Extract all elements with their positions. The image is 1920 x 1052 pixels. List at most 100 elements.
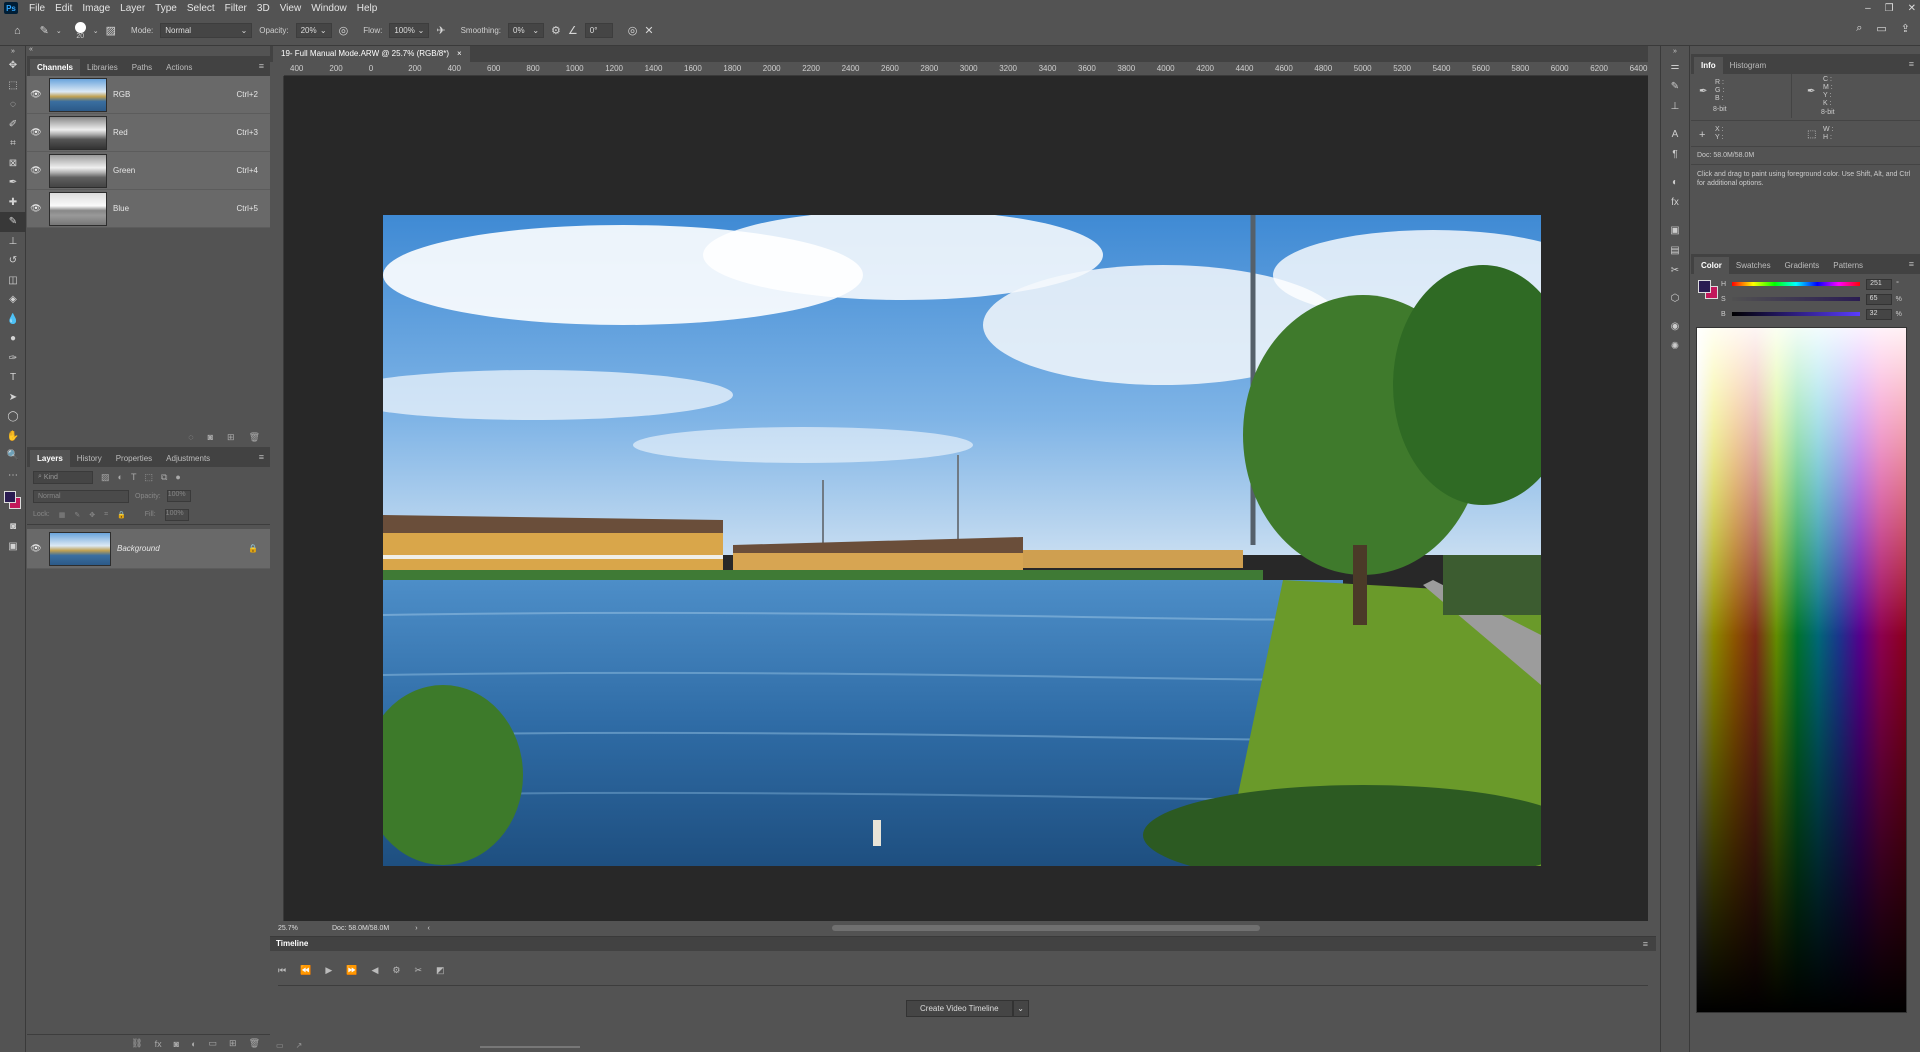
lock-artboard-icon[interactable]: ⌗ bbox=[104, 511, 108, 519]
quick-select-tool-icon[interactable]: ✐ bbox=[0, 115, 26, 135]
angle-input[interactable]: 0° bbox=[584, 23, 613, 38]
gear-icon[interactable]: ⚙ bbox=[551, 24, 561, 37]
libraries-icon[interactable]: ▣ bbox=[1661, 220, 1689, 240]
history-brush-tool-icon[interactable]: ↺ bbox=[0, 251, 26, 271]
new-layer-icon[interactable]: ⊞ bbox=[229, 1038, 237, 1049]
symmetry-icon[interactable]: ✕ bbox=[644, 24, 653, 37]
color-swatches[interactable] bbox=[0, 485, 26, 517]
layer-row[interactable]: 👁 Background 🔒 bbox=[27, 529, 270, 569]
channel-row[interactable]: 👁 RGB Ctrl+2 bbox=[27, 76, 270, 114]
tab-patterns[interactable]: Patterns bbox=[1826, 257, 1870, 274]
ellipse-tool-icon[interactable]: ◯ bbox=[0, 407, 26, 427]
menu-layer[interactable]: Layer bbox=[115, 3, 150, 14]
menu-window[interactable]: Window bbox=[306, 3, 352, 14]
new-channel-icon[interactable]: ⊞ bbox=[227, 432, 235, 443]
lock-position-icon[interactable]: ✥ bbox=[89, 511, 95, 519]
close-icon[interactable]: × bbox=[457, 49, 462, 59]
smoothing-input[interactable]: 0% ⌄ bbox=[508, 23, 545, 38]
healing-brush-tool-icon[interactable]: ✚ bbox=[0, 193, 26, 213]
blur-tool-icon[interactable]: 💧 bbox=[0, 310, 26, 330]
mode-select[interactable]: Normal ⌄ bbox=[160, 23, 253, 38]
filter-type-icon[interactable]: T bbox=[131, 472, 137, 482]
expand-icon[interactable]: « bbox=[27, 46, 270, 56]
path-select-tool-icon[interactable]: ➤ bbox=[0, 388, 26, 408]
tab-color[interactable]: Color bbox=[1694, 257, 1729, 274]
menu-3d[interactable]: 3D bbox=[252, 3, 275, 14]
adjustment-layer-icon[interactable]: ◐ bbox=[191, 1039, 196, 1049]
saturation-input[interactable]: 65 bbox=[1865, 293, 1892, 305]
airbrush-icon[interactable]: ✈ bbox=[436, 24, 445, 37]
fill-input[interactable]: 100% bbox=[164, 508, 189, 521]
eye-icon[interactable]: 👁 bbox=[27, 543, 45, 554]
blend-mode-select[interactable]: Normal bbox=[33, 489, 129, 503]
panel-menu-icon[interactable]: ≡ bbox=[1909, 59, 1914, 69]
panel-menu-icon[interactable]: ≡ bbox=[1909, 259, 1914, 269]
menu-file[interactable]: File bbox=[24, 3, 50, 14]
chevron-down-icon[interactable]: ⌄ bbox=[1012, 1000, 1029, 1017]
horizontal-scrollbar[interactable] bbox=[832, 925, 1260, 931]
first-frame-icon[interactable]: ⏮ bbox=[278, 965, 286, 976]
brush-tool-preset-icon[interactable]: ✎ bbox=[40, 24, 49, 37]
audio-icon[interactable]: ◀ bbox=[371, 965, 378, 976]
type-tool-icon[interactable]: T bbox=[0, 368, 26, 388]
light-icon[interactable]: ✺ bbox=[1661, 336, 1689, 356]
workspace-icon[interactable]: ▭ bbox=[1876, 22, 1886, 35]
tab-paths[interactable]: Paths bbox=[125, 59, 159, 76]
brush-settings-icon[interactable]: ⚌ bbox=[1661, 56, 1689, 76]
opacity-input[interactable]: 20% ⌄ bbox=[295, 23, 332, 38]
restore-icon[interactable]: ❐ bbox=[1885, 3, 1894, 14]
saturation-slider[interactable] bbox=[1731, 297, 1860, 301]
filter-adjustment-icon[interactable]: ◐ bbox=[118, 472, 123, 482]
quick-mask-icon[interactable]: ◙ bbox=[0, 517, 26, 537]
close-icon[interactable]: ✕ bbox=[1908, 3, 1916, 14]
menu-view[interactable]: View bbox=[275, 3, 307, 14]
previous-frame-icon[interactable]: ⏪ bbox=[300, 965, 311, 976]
pressure-size-icon[interactable]: ◎ bbox=[628, 24, 638, 37]
vertical-scrollbar[interactable] bbox=[1648, 76, 1656, 921]
menu-image[interactable]: Image bbox=[77, 3, 115, 14]
brightness-input[interactable]: 32 bbox=[1865, 308, 1892, 320]
brightness-slider[interactable] bbox=[1731, 312, 1860, 316]
zoom-level[interactable]: 25.7% bbox=[270, 925, 332, 932]
add-mask-icon[interactable]: ◙ bbox=[174, 1039, 179, 1049]
home-icon[interactable]: ⌂ bbox=[14, 25, 21, 37]
styles-icon[interactable]: ◐ bbox=[1661, 172, 1689, 192]
channel-row[interactable]: 👁 Red Ctrl+3 bbox=[27, 114, 270, 152]
notes-icon[interactable]: ▤ bbox=[1661, 240, 1689, 260]
expand-icon[interactable]: » bbox=[1661, 46, 1689, 56]
filter-pixel-icon[interactable]: ▨ bbox=[101, 472, 110, 483]
render-icon[interactable]: ▭ bbox=[276, 1041, 284, 1050]
fx-icon[interactable]: fx bbox=[1661, 192, 1689, 212]
clone-source-icon[interactable]: ⊥ bbox=[1661, 96, 1689, 116]
menu-edit[interactable]: Edit bbox=[50, 3, 77, 14]
menu-type[interactable]: Type bbox=[150, 3, 182, 14]
share-icon[interactable]: ⇪ bbox=[1901, 22, 1910, 35]
trash-icon[interactable]: 🗑 bbox=[249, 1038, 260, 1049]
document-tab[interactable]: 19- Full Manual Mode.ARW @ 25.7% (RGB/8*… bbox=[273, 46, 470, 62]
new-group-icon[interactable]: ▭ bbox=[209, 1038, 218, 1049]
panel-menu-icon[interactable]: ≡ bbox=[1643, 939, 1648, 949]
menu-select[interactable]: Select bbox=[182, 3, 220, 14]
tab-info[interactable]: Info bbox=[1694, 57, 1723, 74]
eyedropper-tool-icon[interactable]: ✒ bbox=[0, 173, 26, 193]
tab-swatches[interactable]: Swatches bbox=[1729, 257, 1778, 274]
lock-pixels-icon[interactable]: ▦ bbox=[59, 511, 66, 519]
save-selection-icon[interactable]: ◙ bbox=[208, 432, 213, 442]
zoom-tool-icon[interactable]: 🔍 bbox=[0, 446, 26, 466]
minimize-icon[interactable]: – bbox=[1865, 3, 1871, 14]
canvas-image[interactable] bbox=[333, 210, 1593, 885]
eraser-tool-icon[interactable]: ◫ bbox=[0, 271, 26, 291]
hand-tool-icon[interactable]: ✋ bbox=[0, 427, 26, 447]
tab-histogram[interactable]: Histogram bbox=[1723, 57, 1773, 74]
tab-layers[interactable]: Layers bbox=[30, 450, 70, 467]
marquee-tool-icon[interactable]: ⬚ bbox=[0, 76, 26, 96]
move-tool-icon[interactable]: ✥ bbox=[0, 56, 26, 76]
chevron-down-icon[interactable]: ⌄ bbox=[93, 27, 99, 35]
hue-input[interactable]: 251 bbox=[1866, 278, 1893, 290]
filter-shape-icon[interactable]: ⬚ bbox=[144, 472, 153, 483]
chevron-down-icon[interactable]: ⌄ bbox=[56, 27, 62, 35]
channel-row[interactable]: 👁 Blue Ctrl+5 bbox=[27, 190, 270, 228]
lock-brush-icon[interactable]: ✎ bbox=[74, 511, 80, 519]
eye-icon[interactable]: 👁 bbox=[27, 127, 45, 138]
play-icon[interactable]: ▶ bbox=[325, 965, 332, 976]
